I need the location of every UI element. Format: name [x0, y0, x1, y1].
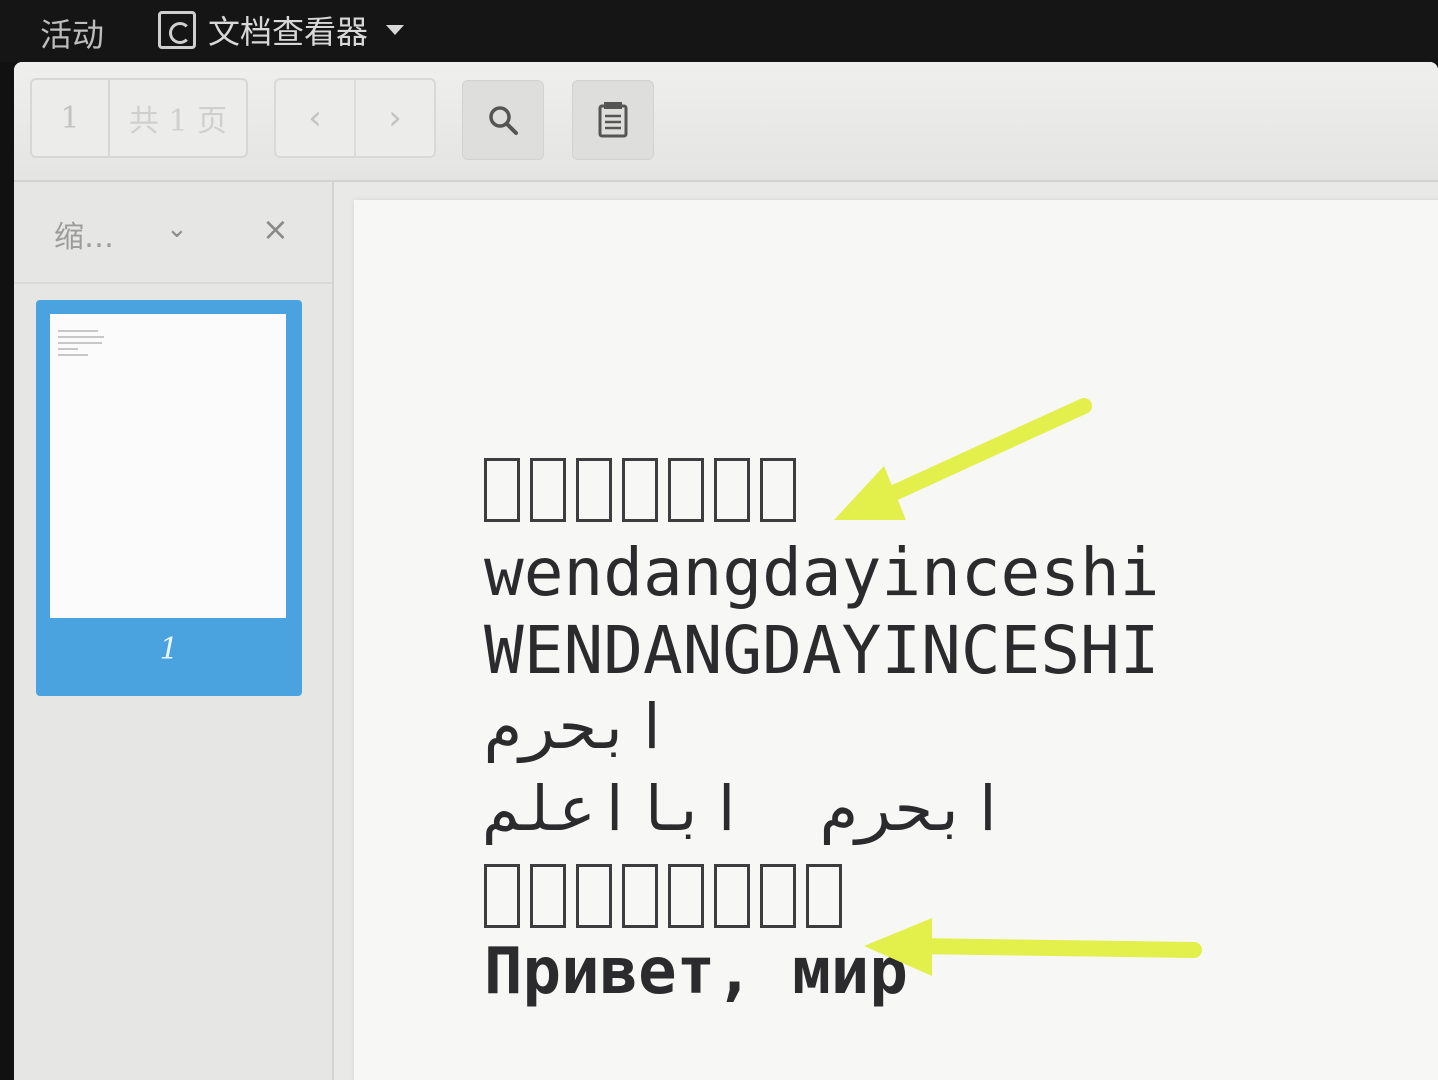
caret-down-icon: [386, 25, 405, 35]
page-navigation: ‹ ›: [274, 78, 436, 158]
app-menu[interactable]: 文档查看器: [158, 6, 405, 54]
missing-glyph-box: [576, 458, 612, 522]
sidebar-mode-label[interactable]: 缩…: [54, 212, 114, 256]
document-line: WENDANGDAYINCESHI: [484, 612, 1160, 689]
missing-glyph-box: [622, 864, 658, 928]
missing-glyph-row: [484, 864, 852, 928]
missing-glyph-box: [760, 458, 796, 522]
missing-glyph-box: [576, 864, 612, 928]
page-thumbnail[interactable]: 1: [36, 300, 302, 696]
sidebar-header: 缩… ⌄ ×: [14, 182, 332, 284]
missing-glyph-box: [668, 458, 704, 522]
thumbnail-page-number: 1: [159, 632, 179, 667]
document-line: ابحرم ابااعلم: [484, 772, 1007, 845]
app-name: 文档查看器: [208, 13, 369, 51]
document-view[interactable]: wendangdayinceshi WENDANGDAYINCESHI ابحر…: [334, 182, 1438, 1080]
annotation-arrow: [834, 398, 1092, 520]
toolbar: 1 共 1 页 ‹ ›: [14, 62, 1438, 182]
missing-glyph-box: [806, 864, 842, 928]
document-line: ابحرم: [484, 690, 671, 763]
previous-page-button[interactable]: ‹: [276, 80, 356, 156]
top-bar: 活动 文档查看器: [0, 0, 1438, 62]
chevron-down-icon[interactable]: ⌄: [166, 214, 188, 244]
document-line: wendangdayinceshi: [484, 534, 1160, 611]
missing-glyph-box: [760, 864, 796, 928]
document-viewer-icon: [158, 11, 196, 49]
missing-glyph-box: [668, 864, 704, 928]
missing-glyph-box: [714, 864, 750, 928]
annotations-button[interactable]: [572, 80, 654, 160]
search-button[interactable]: [462, 80, 544, 160]
total-pages-label: 共 1 页: [128, 104, 228, 139]
next-page-button[interactable]: ›: [356, 80, 434, 156]
sidebar: 缩… ⌄ × 1: [14, 182, 334, 1080]
page-selector[interactable]: 1 共 1 页: [30, 78, 248, 158]
notes-icon: [598, 102, 628, 138]
missing-glyph-box: [622, 458, 658, 522]
document-line: Привет, мир: [484, 935, 908, 1009]
document-viewer-window: 1 共 1 页 ‹ › 缩… ⌄ × 1 wendangdayinceshi W…: [14, 62, 1438, 1080]
search-icon: [489, 106, 518, 135]
missing-glyph-box: [714, 458, 750, 522]
missing-glyph-box: [484, 864, 520, 928]
missing-glyph-box: [530, 864, 566, 928]
close-icon[interactable]: ×: [262, 210, 289, 248]
missing-glyph-box: [484, 458, 520, 522]
activities-button[interactable]: 活动: [40, 10, 104, 56]
annotation-arrow: [864, 918, 1202, 976]
missing-glyph-row: [484, 458, 806, 522]
missing-glyph-box: [530, 458, 566, 522]
thumbnail-preview: [50, 314, 286, 618]
current-page-field[interactable]: 1: [32, 80, 110, 156]
